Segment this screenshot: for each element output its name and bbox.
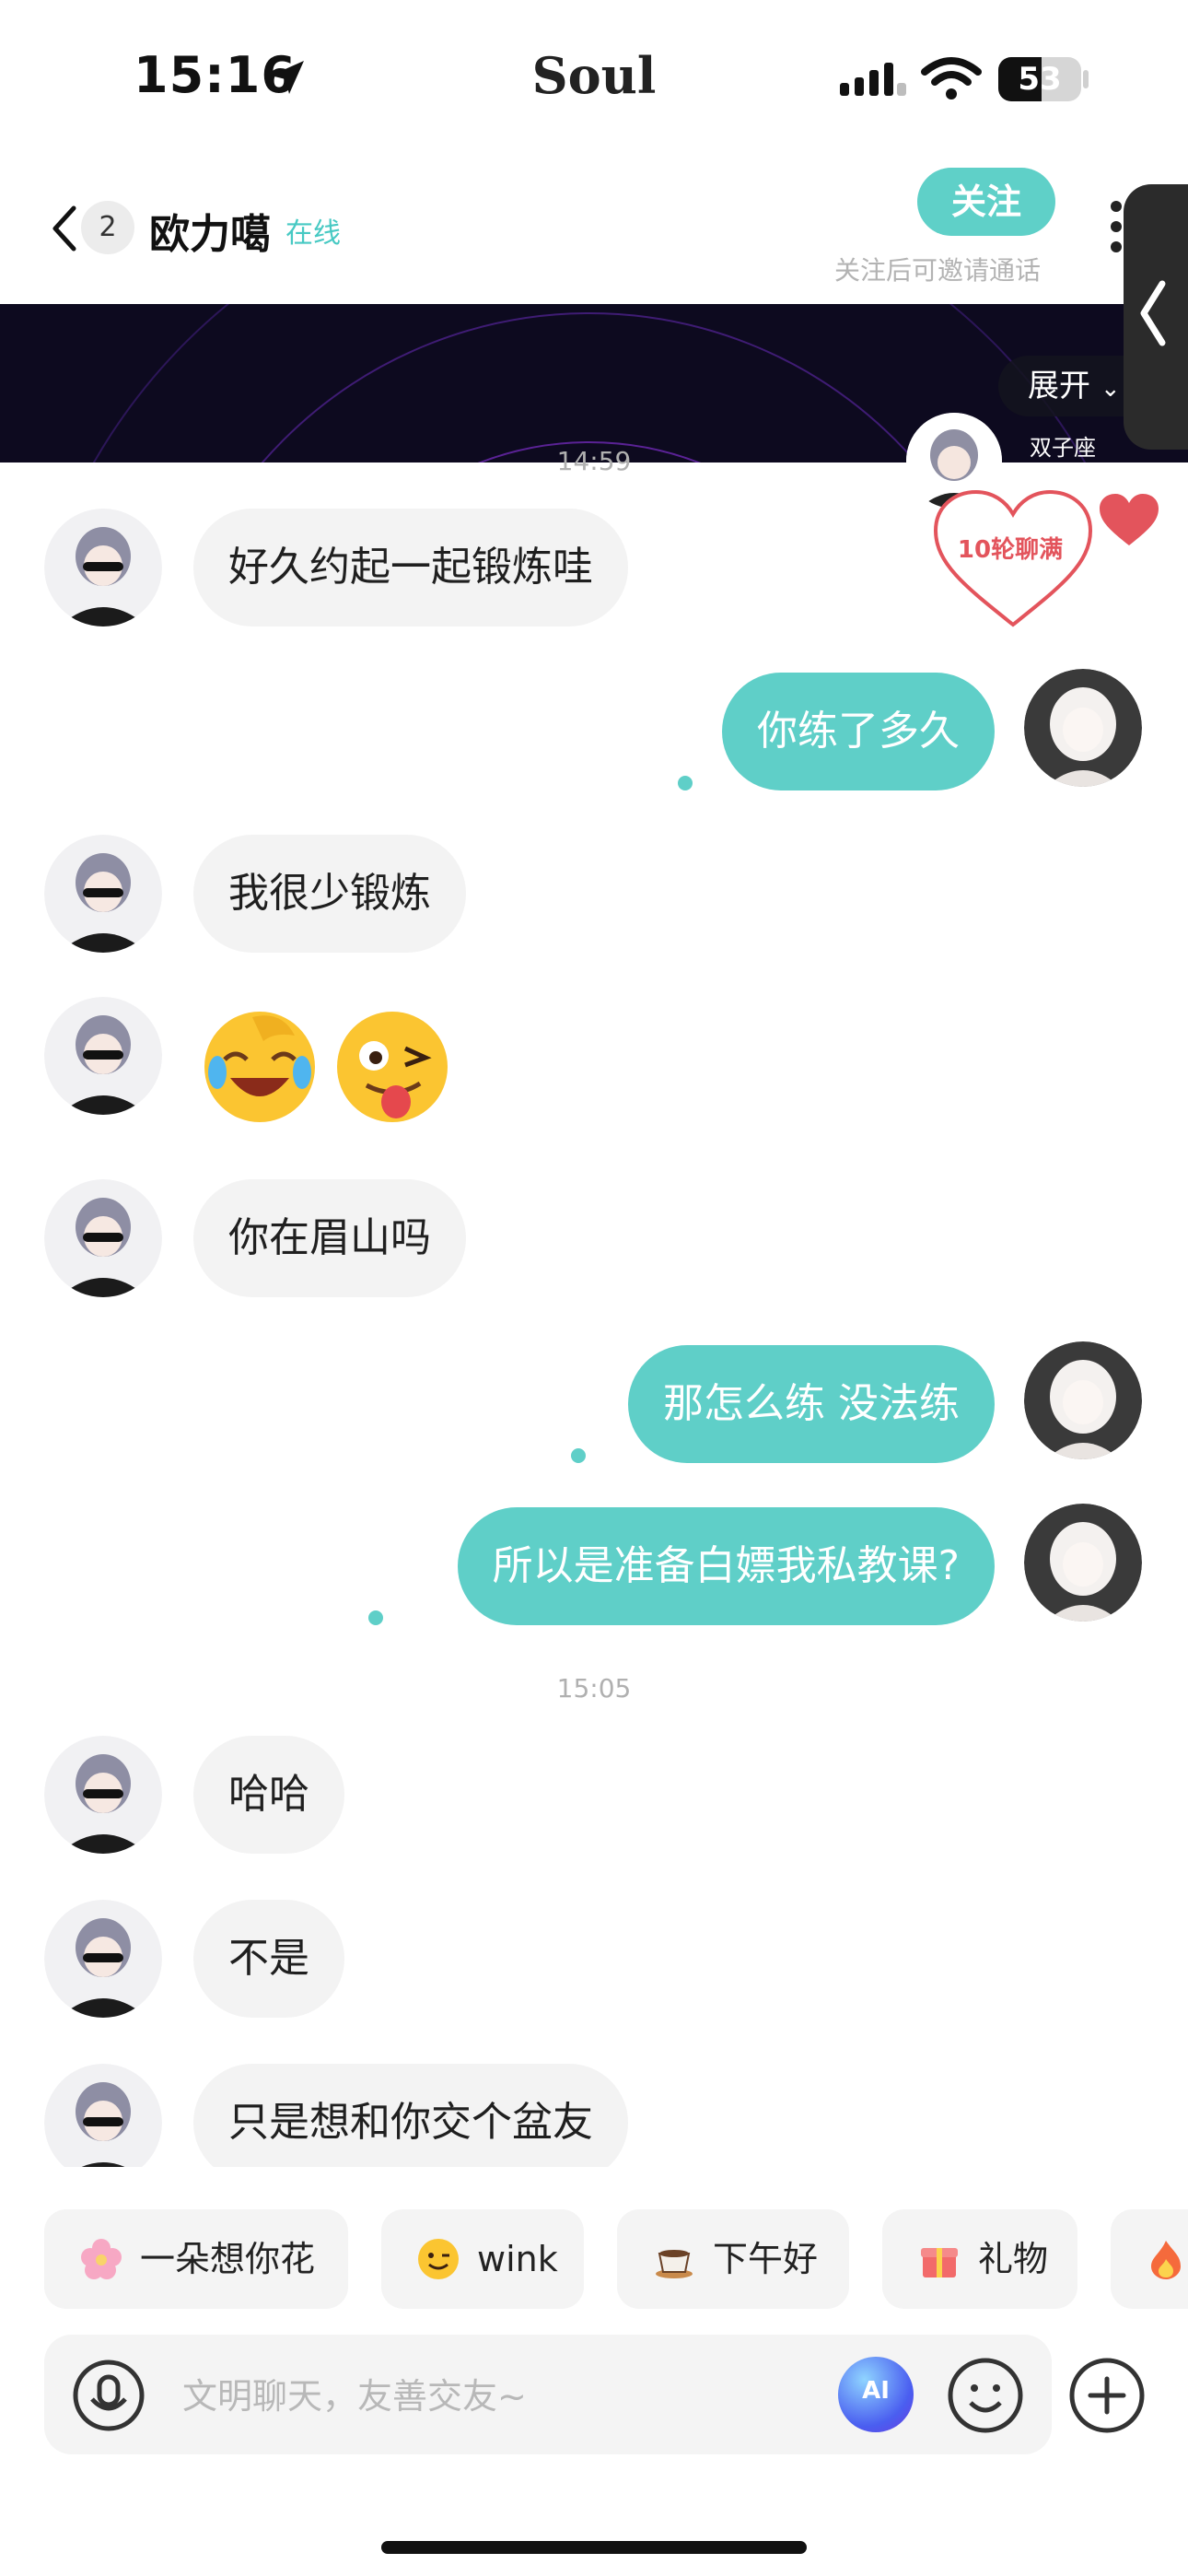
follow-button[interactable]: 关注 [917,168,1055,236]
ai-assistant-button[interactable]: AI [838,2357,914,2432]
message-bubble[interactable]: 你在眉山吗 [193,1179,466,1297]
message-bubble[interactable]: 哈哈 [193,1736,344,1854]
message-input[interactable] [181,2359,820,2434]
message-bubble[interactable]: 不是 [193,1900,344,2018]
add-icon[interactable] [1068,2357,1146,2434]
quick-reply-label: 礼物 [978,2239,1049,2279]
timestamp: 14:59 [556,446,632,476]
message-bubble[interactable]: 好久约起一起锻炼哇 [193,509,628,626]
timestamp: 15:05 [556,1673,632,1704]
unread-count-badge[interactable]: 2 [81,201,134,254]
like-heart-icon[interactable] [1098,492,1160,547]
contact-avatar[interactable] [44,997,162,1115]
expand-label: 展开 [1028,368,1090,404]
quick-reply-label: wink [477,2239,558,2279]
battery-icon: 53 [998,57,1081,101]
battery-cap [1083,70,1089,88]
contact-name[interactable]: 欧力噶 [149,201,271,260]
wifi-icon [921,57,982,100]
message-bubble[interactable]: 我很少锻炼 [193,835,466,953]
quick-reply-label: 下午好 [713,2239,819,2279]
online-status: 在线 [285,217,341,250]
emoji-icon[interactable] [947,2357,1024,2434]
battery-level: 53 [1018,61,1062,98]
quick-reply-chip[interactable]: wink [381,2209,584,2309]
quick-reply-label: 一朵想你花 [140,2239,316,2279]
gift-icon [921,2248,958,2277]
message-bubble[interactable]: 你练了多久 [722,673,995,790]
coffee-cup-icon [656,2250,693,2278]
home-indicator[interactable] [381,2541,807,2554]
contact-avatar[interactable] [44,1900,162,2018]
quick-reply-chip[interactable]: 下午好 [617,2209,849,2309]
back-icon[interactable] [46,203,83,254]
contact-avatar[interactable] [44,1736,162,1854]
quick-reply-chip[interactable]: 一朵想你花 [44,2209,348,2309]
message-bubble[interactable]: 只是想和你交个盆友 [193,2064,628,2182]
contact-avatar[interactable] [44,835,162,953]
my-avatar[interactable] [1024,1341,1142,1459]
read-indicator [368,1610,383,1625]
contact-avatar[interactable] [44,1179,162,1297]
message-bubble[interactable]: 那怎么练 没法练 [628,1345,995,1463]
contact-avatar[interactable] [44,509,162,626]
quick-reply-chip[interactable] [1111,2209,1188,2309]
zany-face-emoji[interactable] [330,1004,455,1130]
read-indicator [571,1448,586,1463]
crying-laughing-emoji[interactable] [197,1004,322,1130]
chevron-left-icon [1140,280,1166,346]
follow-hint: 关注后可邀请通话 [834,255,1042,286]
my-avatar[interactable] [1024,669,1142,787]
message-bubble[interactable]: 所以是准备白嫖我私教课? [457,1507,995,1625]
my-avatar[interactable] [1024,1504,1142,1622]
cherry-blossom-icon [81,2239,122,2279]
chevron-down-icon: ⌄ [1100,375,1121,403]
contact-avatar[interactable] [44,2064,162,2182]
ai-label: AI [862,2377,890,2405]
quick-reply-chip[interactable]: 礼物 [882,2209,1077,2309]
voice-input-icon[interactable] [72,2359,146,2432]
intimacy-label: 10轮聊满 [957,536,1064,564]
read-indicator [678,776,693,790]
fire-icon [1151,2241,1181,2279]
wink-face-icon [418,2239,459,2279]
